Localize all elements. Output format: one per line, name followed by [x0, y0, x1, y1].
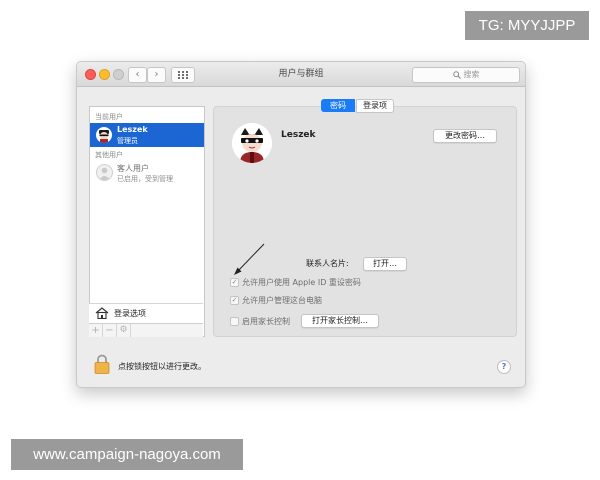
- annotation-arrow-icon: [234, 243, 265, 275]
- user-item-leszek[interactable]: Leszek 管理员: [90, 123, 204, 147]
- admin-label: 允许用户管理这台电脑: [242, 296, 322, 305]
- user-picture[interactable]: [232, 123, 272, 163]
- apple-id-reset-checkbox[interactable]: ✓: [230, 278, 239, 287]
- tab-password[interactable]: 密码: [321, 99, 355, 112]
- login-options-item[interactable]: 登录选项: [89, 303, 203, 323]
- forward-button[interactable]: ›: [147, 67, 166, 83]
- change-password-button[interactable]: 更改密码…: [433, 129, 497, 143]
- guest-status: 已启用，受到管理: [117, 175, 173, 183]
- contact-card-label: 联系人名片:: [306, 259, 349, 268]
- search-icon: [452, 70, 461, 79]
- tab-login-items[interactable]: 登录项: [356, 99, 394, 113]
- apple-id-reset-label: 允许用户使用 Apple ID 重设密码: [242, 278, 361, 287]
- close-window-button[interactable]: [85, 69, 96, 80]
- minus-icon: −: [105, 325, 114, 336]
- remove-user-button[interactable]: −: [103, 324, 117, 337]
- watermark-top: TG: MYYJJPP: [465, 11, 589, 40]
- chevron-right-icon: ›: [154, 69, 159, 80]
- current-users-label: 当前用户: [95, 113, 123, 121]
- help-button[interactable]: ?: [497, 360, 511, 374]
- lock-instruction: 点按锁按钮以进行更改。: [118, 362, 206, 371]
- zoom-window-button[interactable]: [113, 69, 124, 80]
- search-field[interactable]: 搜索: [412, 67, 520, 83]
- list-toolbar: + − ⚙: [89, 323, 203, 337]
- add-user-button[interactable]: +: [89, 324, 103, 337]
- account-name: Leszek: [281, 130, 316, 140]
- user-picture-icon: [232, 123, 272, 163]
- chevron-left-icon: ‹: [135, 69, 140, 80]
- watermark-bottom: www.campaign-nagoya.com: [11, 439, 243, 470]
- show-all-button[interactable]: [171, 67, 195, 83]
- question-icon: ?: [501, 362, 507, 371]
- grid-icon: [178, 71, 188, 79]
- minimize-window-button[interactable]: [99, 69, 110, 80]
- title-bar: ‹ › 用户与群组 搜索: [77, 62, 525, 87]
- house-icon: [95, 307, 109, 319]
- search-placeholder: 搜索: [463, 70, 480, 79]
- user-avatar-icon: [96, 127, 112, 143]
- plus-icon: +: [91, 325, 100, 336]
- parental-controls-checkbox[interactable]: [230, 317, 239, 326]
- other-users-label: 其他用户: [95, 151, 123, 159]
- admin-checkbox[interactable]: ✓: [230, 296, 239, 305]
- users-groups-window: ‹ › 用户与群组 搜索 当前用户 Leszek 管理员 其他用户 客人用户 已…: [76, 61, 526, 388]
- gear-icon: ⚙: [119, 325, 128, 335]
- action-menu-button[interactable]: ⚙: [117, 324, 131, 337]
- open-parental-controls-button[interactable]: 打开家长控制…: [301, 314, 379, 328]
- open-contact-card-button[interactable]: 打开…: [363, 257, 407, 271]
- login-options-label: 登录选项: [114, 309, 146, 318]
- lock-icon[interactable]: [94, 354, 110, 374]
- user-name: Leszek: [117, 125, 148, 134]
- guest-avatar-icon: [96, 164, 113, 181]
- parental-controls-label: 启用家长控制: [242, 317, 290, 326]
- back-button[interactable]: ‹: [128, 67, 147, 83]
- user-role: 管理员: [117, 137, 138, 145]
- guest-name: 客人用户: [117, 164, 149, 173]
